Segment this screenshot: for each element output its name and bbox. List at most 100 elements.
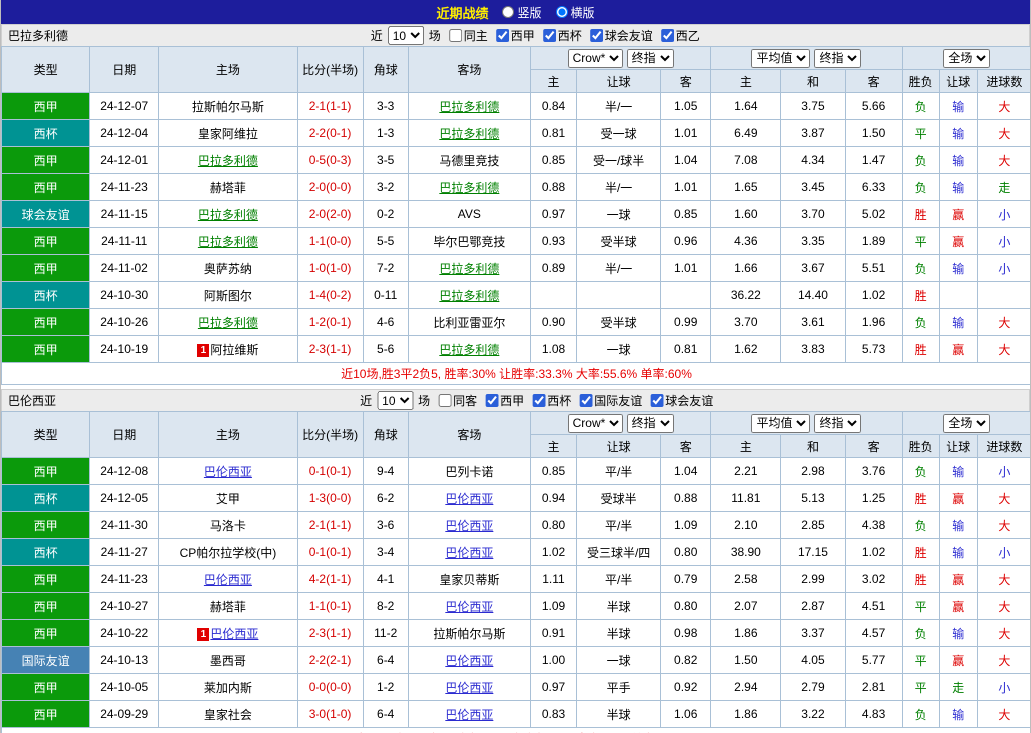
away-team-link[interactable]: 巴伦西亚 bbox=[445, 546, 493, 560]
away-team-link[interactable]: 巴拉多利德 bbox=[439, 127, 499, 141]
league-filter[interactable]: 西甲 bbox=[480, 392, 524, 409]
final-odds-select[interactable]: 终指 bbox=[626, 413, 674, 433]
home-team-link[interactable]: 艾甲 bbox=[216, 492, 240, 506]
layout-radio-horizontal[interactable]: 横版 bbox=[555, 4, 595, 21]
score-cell[interactable]: 1-3(0-0) bbox=[296, 484, 364, 512]
away-team-link[interactable]: 拉斯帕尔马斯 bbox=[433, 627, 505, 641]
match-count-select[interactable]: 10 bbox=[387, 26, 424, 45]
vertical-radio-input[interactable] bbox=[502, 6, 515, 18]
final-odds-select[interactable]: 终指 bbox=[626, 48, 674, 68]
away-team-link[interactable]: 毕尔巴鄂竞技 bbox=[433, 235, 505, 249]
home-team-link[interactable]: 拉斯帕尔马斯 bbox=[192, 100, 264, 114]
league-filter[interactable]: 国际友谊 bbox=[574, 392, 642, 409]
home-team-link[interactable]: 皇家阿维拉 bbox=[198, 127, 258, 141]
same-venue-checkbox[interactable] bbox=[448, 29, 462, 42]
avg-home-cell: 2.58 bbox=[710, 565, 782, 593]
handicap-cell: 半球 bbox=[576, 619, 662, 647]
league-checkbox[interactable] bbox=[485, 394, 499, 407]
away-team-link[interactable]: 皇家贝蒂斯 bbox=[439, 573, 499, 587]
league-checkbox[interactable] bbox=[650, 394, 664, 407]
away-team-link[interactable]: 巴拉多利德 bbox=[439, 262, 499, 276]
home-team-link[interactable]: 巴拉多利德 bbox=[198, 154, 258, 168]
away-team-link[interactable]: 巴伦西亚 bbox=[445, 492, 493, 506]
score-cell[interactable]: 0-1(0-1) bbox=[296, 538, 364, 566]
league-checkbox[interactable] bbox=[589, 29, 603, 42]
league-filter[interactable]: 西杯 bbox=[527, 392, 571, 409]
home-team-link[interactable]: 莱加内斯 bbox=[204, 681, 252, 695]
league-filter[interactable]: 球会友谊 bbox=[585, 27, 653, 44]
bookmaker-select[interactable]: Crow* bbox=[567, 48, 623, 68]
home-team-link[interactable]: 巴拉多利德 bbox=[198, 208, 258, 222]
home-team-link[interactable]: 巴拉多利德 bbox=[198, 316, 258, 330]
score-cell[interactable]: 4-2(1-1) bbox=[296, 565, 364, 593]
score-cell[interactable]: 2-0(0-0) bbox=[296, 173, 364, 201]
final-odds-select[interactable]: 终指 bbox=[814, 48, 862, 68]
league-filter[interactable]: 球会友谊 bbox=[645, 392, 713, 409]
horizontal-radio-input[interactable] bbox=[555, 6, 568, 18]
bookmaker-select[interactable]: Crow* bbox=[567, 413, 623, 433]
league-checkbox[interactable] bbox=[542, 29, 556, 42]
away-team-link[interactable]: 巴伦西亚 bbox=[445, 600, 493, 614]
home-team-link[interactable]: 阿拉维斯 bbox=[210, 343, 258, 357]
score-cell[interactable]: 1-1(0-1) bbox=[296, 592, 364, 620]
home-team-link[interactable]: 巴伦西亚 bbox=[204, 573, 252, 587]
home-team-link[interactable]: 阿斯图尔 bbox=[204, 289, 252, 303]
league-checkbox[interactable] bbox=[660, 29, 674, 42]
score-cell[interactable]: 2-2(2-1) bbox=[296, 646, 364, 674]
away-team-link[interactable]: 巴拉多利德 bbox=[439, 343, 499, 357]
home-team-link[interactable]: 皇家社会 bbox=[204, 708, 252, 722]
scope-select[interactable]: 全场 bbox=[943, 413, 991, 433]
handicap-cell: 一球 bbox=[576, 335, 662, 363]
home-team-link[interactable]: CP帕尔拉学校(中) bbox=[180, 546, 277, 560]
score-cell[interactable]: 2-0(2-0) bbox=[296, 200, 364, 228]
score-cell[interactable]: 0-5(0-3) bbox=[296, 146, 364, 174]
league-filter[interactable]: 西甲 bbox=[491, 27, 535, 44]
score-cell[interactable]: 3-0(1-0) bbox=[296, 700, 364, 728]
league-filter[interactable]: 西乙 bbox=[656, 27, 700, 44]
home-team-link[interactable]: 赫塔菲 bbox=[210, 181, 246, 195]
home-team-link[interactable]: 奥萨苏纳 bbox=[204, 262, 252, 276]
same-venue-checkbox[interactable] bbox=[438, 394, 452, 407]
score-cell[interactable]: 2-1(1-1) bbox=[296, 511, 364, 539]
league-checkbox[interactable] bbox=[532, 394, 546, 407]
same-venue-filter[interactable]: 同客 bbox=[433, 392, 477, 409]
away-team-link[interactable]: 巴列卡诺 bbox=[445, 465, 493, 479]
score-cell[interactable]: 1-4(0-2) bbox=[296, 281, 364, 309]
league-cell: 西甲 bbox=[1, 619, 91, 647]
league-checkbox[interactable] bbox=[579, 394, 593, 407]
scope-select[interactable]: 全场 bbox=[943, 48, 991, 68]
away-team-link[interactable]: 马德里竞技 bbox=[439, 154, 499, 168]
home-team-link[interactable]: 巴拉多利德 bbox=[198, 235, 258, 249]
score-cell[interactable]: 1-0(1-0) bbox=[296, 254, 364, 282]
league-filter[interactable]: 西杯 bbox=[538, 27, 582, 44]
away-team-link[interactable]: 巴伦西亚 bbox=[445, 654, 493, 668]
away-team-link[interactable]: 巴拉多利德 bbox=[439, 181, 499, 195]
layout-radio-vertical[interactable]: 竖版 bbox=[502, 4, 542, 21]
match-count-select[interactable]: 10 bbox=[377, 391, 414, 410]
away-team-link[interactable]: 巴拉多利德 bbox=[439, 289, 499, 303]
home-team-link[interactable]: 巴伦西亚 bbox=[210, 627, 258, 641]
home-team-link[interactable]: 墨西哥 bbox=[210, 654, 246, 668]
away-team-link[interactable]: 巴伦西亚 bbox=[445, 519, 493, 533]
score-cell[interactable]: 2-3(1-1) bbox=[296, 619, 364, 647]
score-cell[interactable]: 2-3(1-1) bbox=[296, 335, 364, 363]
score-cell[interactable]: 0-0(0-0) bbox=[296, 673, 364, 701]
score-cell[interactable]: 2-2(0-1) bbox=[296, 119, 364, 147]
home-team-link[interactable]: 赫塔菲 bbox=[210, 600, 246, 614]
score-cell[interactable]: 2-1(1-1) bbox=[296, 92, 364, 120]
same-venue-filter[interactable]: 同主 bbox=[444, 27, 488, 44]
away-team-link[interactable]: 比利亚雷亚尔 bbox=[433, 316, 505, 330]
away-team-link[interactable]: AVS bbox=[458, 207, 481, 221]
average-select[interactable]: 平均值 bbox=[751, 413, 811, 433]
home-team-link[interactable]: 巴伦西亚 bbox=[204, 465, 252, 479]
away-team-link[interactable]: 巴拉多利德 bbox=[439, 100, 499, 114]
score-cell[interactable]: 1-1(0-0) bbox=[296, 227, 364, 255]
score-cell[interactable]: 0-1(0-1) bbox=[296, 457, 364, 485]
league-checkbox[interactable] bbox=[495, 29, 509, 42]
score-cell[interactable]: 1-2(0-1) bbox=[296, 308, 364, 336]
average-select[interactable]: 平均值 bbox=[751, 48, 811, 68]
away-team-link[interactable]: 巴伦西亚 bbox=[445, 681, 493, 695]
away-team-link[interactable]: 巴伦西亚 bbox=[445, 708, 493, 722]
final-odds-select[interactable]: 终指 bbox=[814, 413, 862, 433]
home-team-link[interactable]: 马洛卡 bbox=[210, 519, 246, 533]
